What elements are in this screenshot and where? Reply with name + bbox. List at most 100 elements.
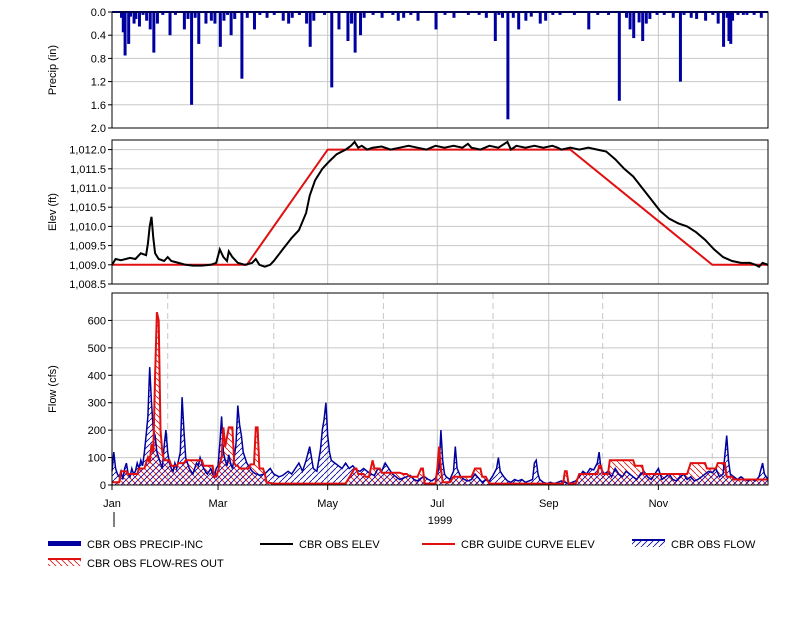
- precip-bar: [493, 12, 497, 41]
- precip-bar: [123, 12, 127, 56]
- precip-bar: [128, 12, 132, 17]
- y-tick-label: 1.6: [91, 100, 106, 112]
- panel-2: 1,012.0 1,011.5 1,011.0 1,010.5 1,010.0 1,009…: [47, 139, 769, 291]
- x-tick-label: Mar: [209, 498, 228, 510]
- y-tick-label: 1,009.5: [69, 241, 106, 253]
- x-tick-label: Jul: [430, 498, 444, 510]
- precip-bar: [353, 12, 357, 53]
- precip-bar: [197, 12, 201, 44]
- panel-1: 0.0 0.4 0.8 1.2 1.6 2.0 Precip (in): [47, 7, 769, 135]
- precip-bar: [233, 12, 237, 19]
- precip-bar: [240, 12, 244, 79]
- y-tick-label: 1,010.0: [69, 221, 106, 233]
- precip-bar: [245, 12, 249, 18]
- precip-bar: [168, 12, 172, 36]
- x-tick-label: Jan: [103, 498, 121, 510]
- precip-bar: [695, 12, 699, 19]
- precip-bar: [137, 12, 141, 27]
- legend-item: CBR OBS PRECIP-INC: [48, 539, 203, 551]
- precip-bar: [287, 12, 291, 24]
- legend-label: CBR OBS FLOW: [671, 539, 756, 551]
- precip-bar: [193, 12, 197, 18]
- precip-bar: [350, 12, 354, 24]
- x-axis-year-label: 1999: [428, 515, 452, 527]
- precip-bar: [346, 12, 350, 41]
- precip-bar: [529, 12, 533, 17]
- precip-bar: [628, 12, 632, 30]
- precip-bar: [308, 12, 312, 47]
- precip-bar: [587, 12, 591, 30]
- precip-bar: [501, 12, 505, 18]
- panel-3: 0 100 200 300 400 500 600 Flow (cfs) Jan Mar May Ju…: [47, 292, 769, 527]
- legend-label: CBR OBS FLOW-RES OUT: [87, 558, 224, 570]
- precip-bar: [511, 12, 515, 18]
- y-tick-label: 0: [100, 480, 106, 492]
- precip-bar: [155, 12, 159, 24]
- y-tick-label: 1,008.5: [69, 279, 106, 291]
- precip-bar: [517, 12, 521, 30]
- precip-bar: [641, 12, 645, 41]
- y-tick-label: 1,011.0: [70, 183, 106, 195]
- y-tick-label: 2.0: [91, 123, 106, 135]
- precip-bar: [182, 12, 186, 30]
- precip-bar: [402, 12, 406, 18]
- y-axis-label: Precip (in): [47, 45, 59, 95]
- y-tick-label: 300: [88, 398, 106, 410]
- x-tick-label: May: [317, 498, 338, 510]
- precip-bar: [380, 12, 384, 18]
- precip-bar: [305, 12, 309, 24]
- precip-bar: [731, 12, 735, 21]
- precip-bar: [190, 12, 194, 105]
- legend-swatch: [48, 541, 81, 546]
- precip-bar: [484, 12, 488, 18]
- legend-item: CBR OBS FLOW: [632, 539, 756, 551]
- precip-bar: [538, 12, 542, 24]
- precip-bar: [209, 12, 213, 21]
- precip-bar: [452, 12, 456, 18]
- precip-bar: [396, 12, 400, 21]
- precip-bar: [617, 12, 621, 101]
- precip-bar: [544, 12, 548, 21]
- plot-frame: [111, 11, 769, 129]
- precip-bar: [252, 12, 256, 30]
- precip-bar: [222, 12, 226, 21]
- legend-swatch: [48, 559, 81, 566]
- precip-bar: [152, 12, 156, 53]
- y-tick-label: 1,009.0: [69, 260, 106, 272]
- precip-bar: [704, 12, 708, 21]
- legend-label: CBR OBS ELEV: [299, 539, 380, 551]
- legend-item: CBR OBS ELEV: [260, 539, 380, 551]
- legend-item: CBR GUIDE CURVE ELEV: [422, 539, 595, 551]
- y-tick-label: 1,012.0: [69, 145, 106, 157]
- y-tick-label: 400: [88, 370, 106, 382]
- precip-bar: [290, 12, 294, 18]
- precip-bar: [281, 12, 285, 21]
- y-tick-label: 200: [88, 425, 106, 437]
- precip-bar: [330, 12, 334, 88]
- precip-bar: [434, 12, 438, 30]
- precip-bar: [671, 12, 675, 18]
- x-tick-label: Nov: [649, 498, 669, 510]
- precip-bar: [632, 12, 636, 39]
- y-tick-label: 1,010.5: [69, 202, 106, 214]
- precip-bar: [716, 12, 720, 24]
- y-tick-label: 0.0: [91, 7, 106, 19]
- legend-item: CBR OBS FLOW-RES OUT: [48, 558, 224, 570]
- precip-bar: [644, 12, 648, 24]
- y-axis-label: Elev (ft): [47, 193, 59, 231]
- legend-swatch: [632, 540, 665, 547]
- precip-bar: [359, 12, 363, 36]
- precip-bar: [265, 12, 269, 18]
- precip-bar: [213, 12, 217, 24]
- x-tick-label: Sep: [539, 498, 559, 510]
- legend-label: CBR OBS PRECIP-INC: [87, 539, 203, 551]
- y-tick-label: 500: [88, 343, 106, 355]
- precip-bar: [648, 12, 652, 19]
- hydrology-chart: 0.00.40.81.21.62.0Precip (in)1,012.01,01…: [47, 7, 769, 570]
- precip-bar: [722, 12, 726, 47]
- precip-bar: [637, 12, 641, 23]
- precip-bar: [145, 12, 149, 21]
- legend-label: CBR GUIDE CURVE ELEV: [461, 539, 595, 551]
- y-tick-label: 600: [88, 315, 106, 327]
- y-tick-label: 1.2: [91, 77, 106, 89]
